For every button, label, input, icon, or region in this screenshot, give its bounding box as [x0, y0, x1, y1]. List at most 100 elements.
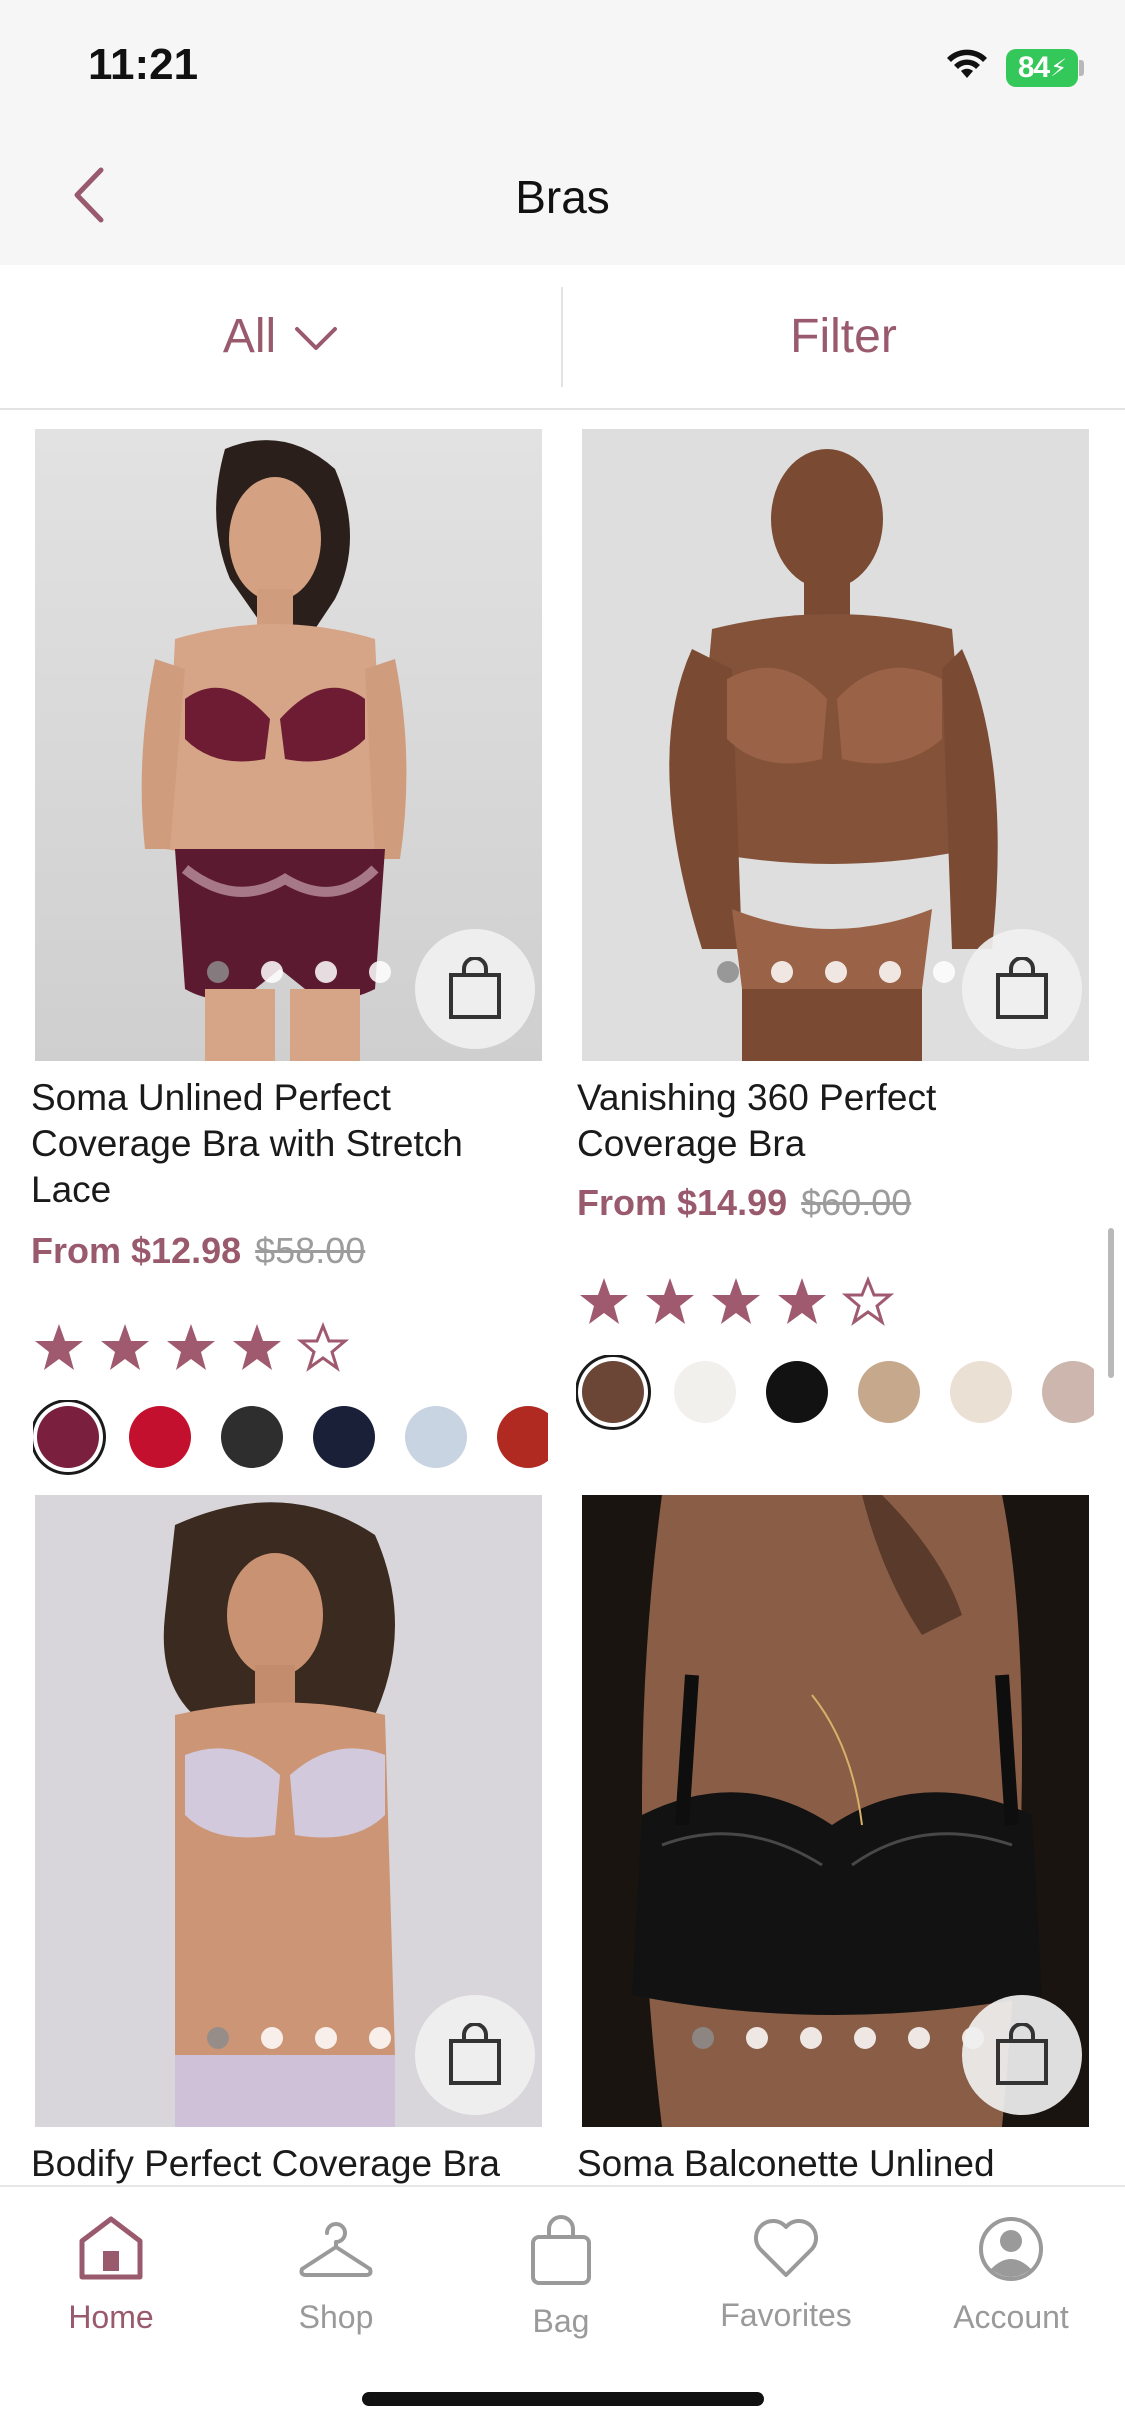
- heart-icon: [754, 2219, 818, 2277]
- pager-dot: [369, 961, 391, 983]
- image-pager: [207, 961, 391, 983]
- filter-button[interactable]: Filter: [563, 265, 1124, 408]
- wifi-icon: [947, 49, 987, 78]
- swatch-scroller[interactable]: [576, 1355, 1094, 1431]
- filter-bar: All Filter: [0, 265, 1125, 410]
- pager-dot: [771, 961, 793, 983]
- scroll-indicator: [1108, 1228, 1114, 1378]
- pager-dot: [908, 2027, 930, 2049]
- rating-stars: [578, 1276, 894, 1326]
- pager-dot: [854, 2027, 876, 2049]
- pager-dot: [692, 2027, 714, 2049]
- pager-dot: [879, 961, 901, 983]
- star-filled-icon: [35, 1324, 83, 1370]
- pager-dot: [746, 2027, 768, 2049]
- star-empty-icon: [297, 1322, 349, 1372]
- star-filled-icon: [167, 1324, 215, 1370]
- product-image[interactable]: [35, 1495, 542, 2127]
- status-bar: 11:21 84 ⚡: [0, 0, 1125, 130]
- add-to-bag-button[interactable]: [962, 1995, 1082, 2115]
- color-swatch[interactable]: [766, 1361, 828, 1423]
- category-label: All: [222, 310, 277, 363]
- star-filled-icon: [580, 1278, 628, 1324]
- bag-icon: [531, 2215, 591, 2285]
- color-swatch[interactable]: [858, 1361, 920, 1423]
- add-to-bag-button[interactable]: [962, 929, 1082, 1049]
- color-swatch[interactable]: [497, 1406, 548, 1468]
- product-price: From $14.99 $60.00: [577, 1182, 911, 1224]
- tab-label: Home: [68, 2299, 154, 2335]
- color-swatch[interactable]: [37, 1406, 99, 1468]
- color-swatch[interactable]: [313, 1406, 375, 1468]
- chevron-down-icon: [295, 326, 338, 350]
- color-swatch[interactable]: [405, 1406, 467, 1468]
- product-name[interactable]: Bodify Perfect Coverage Bra: [31, 2141, 521, 2185]
- product-name[interactable]: Soma Unlined Perfect Coverage Bra with S…: [31, 1075, 521, 1213]
- pager-dot: [315, 961, 337, 983]
- hanger-icon: [299, 2222, 373, 2277]
- original-price: $60.00: [801, 1182, 912, 1223]
- category-dropdown[interactable]: All: [0, 265, 561, 408]
- product-image[interactable]: [35, 429, 542, 1061]
- tab-label: Account: [953, 2299, 1069, 2335]
- home-icon: [79, 2216, 143, 2280]
- product-grid: Soma Unlined Perfect Coverage Bra with S…: [0, 410, 1125, 2185]
- pager-dot: [369, 2027, 391, 2049]
- tab-label: Bag: [532, 2303, 590, 2339]
- pager-dot: [717, 961, 739, 983]
- swatch-scroller[interactable]: [33, 1400, 548, 1476]
- product-card[interactable]: Vanishing 360 Perfect Coverage Bra From …: [577, 410, 1100, 1460]
- color-swatch[interactable]: [950, 1361, 1012, 1423]
- product-name[interactable]: Soma Balconette Unlined Bra: [577, 2141, 1057, 2185]
- add-to-bag-button[interactable]: [415, 929, 535, 1049]
- star-filled-icon: [101, 1324, 149, 1370]
- pager-dot: [207, 2027, 229, 2049]
- product-image[interactable]: [582, 429, 1089, 1061]
- filter-label: Filter: [790, 310, 897, 363]
- shopping-bag-icon: [449, 2023, 501, 2085]
- battery-nub: [1079, 60, 1084, 76]
- tab-bag[interactable]: Bag: [461, 2215, 661, 2340]
- pager-dot: [315, 2027, 337, 2049]
- product-image[interactable]: [582, 1495, 1089, 2127]
- pager-dot: [825, 961, 847, 983]
- home-indicator: [362, 2392, 764, 2406]
- tab-home[interactable]: Home: [11, 2215, 211, 2336]
- product-card[interactable]: Soma Unlined Perfect Coverage Bra with S…: [0, 410, 548, 1468]
- star-filled-icon: [712, 1278, 760, 1324]
- pager-dot: [800, 2027, 822, 2049]
- add-to-bag-button[interactable]: [415, 1995, 535, 2115]
- tab-shop[interactable]: Shop: [236, 2215, 436, 2336]
- color-swatch[interactable]: [674, 1361, 736, 1423]
- shopping-bag-icon: [449, 957, 501, 1019]
- image-pager: [692, 2027, 984, 2049]
- star-empty-icon: [842, 1276, 894, 1326]
- pager-dot: [261, 961, 283, 983]
- status-time: 11:21: [88, 40, 199, 89]
- pager-dot: [933, 961, 955, 983]
- tab-favorites[interactable]: Favorites: [686, 2215, 886, 2334]
- product-name[interactable]: Vanishing 360 Perfect Coverage Bra: [577, 1075, 1057, 1167]
- color-swatch[interactable]: [221, 1406, 283, 1468]
- shopping-bag-icon: [996, 2023, 1048, 2085]
- pager-dot: [207, 961, 229, 983]
- battery-icon: 84 ⚡: [1006, 49, 1078, 87]
- tab-label: Shop: [298, 2299, 374, 2335]
- color-swatch[interactable]: [582, 1361, 644, 1423]
- shopping-bag-icon: [996, 957, 1048, 1019]
- product-card[interactable]: Bodify Perfect Coverage Bra: [0, 1495, 542, 2185]
- product-card[interactable]: Soma Balconette Unlined Bra: [577, 1495, 1100, 2185]
- image-pager: [207, 2027, 391, 2049]
- star-filled-icon: [646, 1278, 694, 1324]
- tab-account[interactable]: Account: [911, 2215, 1111, 2336]
- rating-stars: [33, 1322, 349, 1372]
- color-swatch[interactable]: [129, 1406, 191, 1468]
- page-title: Bras: [515, 171, 610, 223]
- battery-level: 84: [1017, 51, 1050, 84]
- color-swatch[interactable]: [1042, 1361, 1094, 1423]
- sale-price: From $12.98: [31, 1230, 242, 1271]
- nav-bar: Bras: [0, 130, 1125, 265]
- sale-price: From $14.99: [577, 1182, 788, 1223]
- star-filled-icon: [233, 1324, 281, 1370]
- star-filled-icon: [778, 1278, 826, 1324]
